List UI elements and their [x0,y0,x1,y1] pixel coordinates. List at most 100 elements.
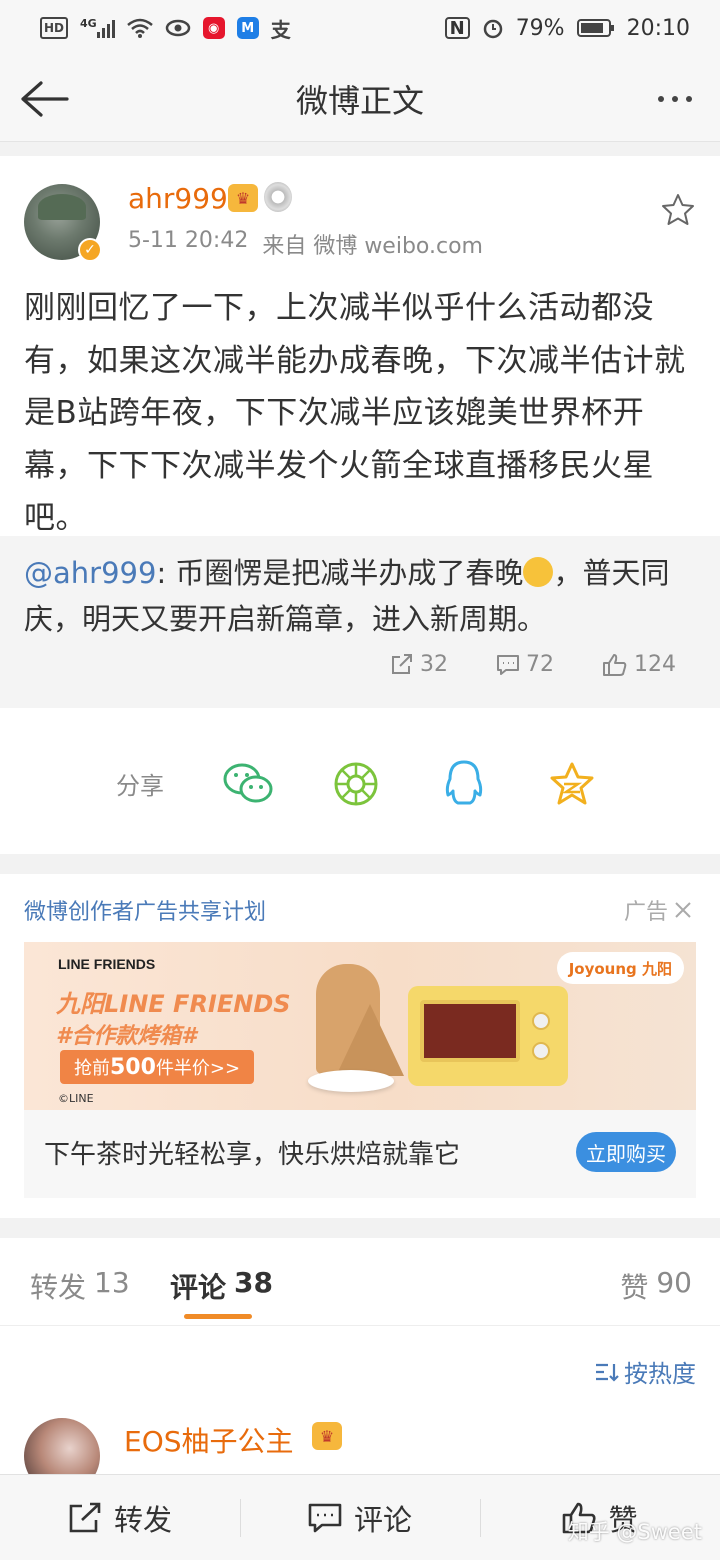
share-moments-button[interactable] [330,758,382,810]
sort-by-hot-button[interactable]: 按热度 [594,1354,696,1389]
comment-count: 72 [526,652,554,677]
clock: 20:10 [626,15,690,41]
comment-button[interactable]: 评论 [240,1475,480,1560]
repost-icon [392,653,412,674]
ad-promo-prefix: 抢前 [74,1058,110,1079]
ad-banner-image[interactable]: LINE FRIENDS 九阳LINE FRIENDS #合作款烤箱# 抢前 50… [24,942,696,1110]
repost-stat[interactable]: 32 [390,652,448,677]
thumbs-up-icon [603,653,627,676]
nav-bar: 微博正文 [0,56,720,142]
alarm-icon [482,17,504,39]
buy-now-button[interactable]: 立即购买 [576,1132,676,1172]
ad-caption-bar[interactable]: 下午茶时光轻松享，快乐烘焙就靠它 立即购买 [24,1110,696,1198]
author-avatar[interactable]: ✓ [24,184,102,262]
weibo-app-icon: ◉ [202,17,225,39]
ad-close-button[interactable]: 广告 [624,894,692,926]
page-title: 微博正文 [295,81,424,120]
eye-icon [165,17,191,39]
repost-count: 32 [420,652,448,677]
ad-label: 广告 [623,900,668,925]
like-count: 124 [634,652,676,677]
more-dot-icon [672,96,678,102]
moments-icon [334,762,378,806]
alipay-icon: 支 [270,17,291,42]
back-button[interactable] [18,76,70,122]
commenter-avatar[interactable] [24,1418,100,1474]
qzone-star-icon [550,762,594,805]
tab-comments-count: 38 [234,1266,273,1299]
share-qzone-button[interactable] [546,758,598,810]
status-left: HD 4G ◉ M 支 [40,17,291,42]
hd-icon: HD [40,17,69,39]
wifi-icon [126,17,153,39]
repost-content-part1: : 币圈愣是把减半办成了春晚 [156,556,524,590]
post-source: 来自 微博 weibo.com [262,234,483,259]
ad-promo-badge: 抢前 500 件半价>> [60,1050,255,1084]
close-icon [675,902,691,918]
oven-knob-icon [532,1042,550,1060]
tab-comments[interactable]: 评论 38 [170,1266,273,1306]
laugh-cry-emoji-icon [523,557,554,587]
favorite-button[interactable] [660,192,696,228]
battery-icon [576,17,615,39]
tab-reposts[interactable]: 转发 13 [30,1266,130,1306]
qq-icon [445,760,483,805]
tab-reposts-label: 转发 [30,1271,87,1304]
commenter-name[interactable]: EOS柚子公主 [124,1420,294,1460]
status-right: N 79% 20:10 [444,15,690,41]
battery-percent: 79% [515,15,565,41]
zhihu-watermark: 知乎 @Sweet [567,1520,702,1544]
back-arrow-icon [21,81,69,117]
tab-reposts-count: 13 [94,1266,130,1299]
ad-subtitle-text: #合作款烤箱# [56,1024,197,1049]
post-card: ✓ ahr999 ♛ 5-11 20:42 来自 微博 weibo.com 刚刚… [0,156,720,708]
active-tab-indicator [184,1314,252,1319]
more-dot-icon [686,96,692,102]
joyoung-logo: Joyoung 九阳 [556,952,684,984]
verified-badge-icon: ✓ [78,238,102,262]
comment-icon [497,654,519,675]
network-type-label: 4G [80,17,97,30]
vip-crown-icon[interactable]: ♛ [312,1422,342,1450]
ad-promo-suffix: 件半价>> [155,1058,241,1079]
post-time: 5-11 20:42 [128,228,249,253]
vip-crown-icon[interactable]: ♛ [228,184,258,212]
repost-button[interactable]: 转发 [0,1475,240,1560]
share-label: 分享 [116,772,164,800]
ad-card: 微博创作者广告共享计划 广告 LINE FRIENDS 九阳LINE FRIEN… [0,874,720,1218]
post-meta: 5-11 20:42 来自 微博 weibo.com [128,228,483,260]
ad-promo-number: 500 [110,1054,156,1080]
repost-box[interactable]: @ahr999: 币圈愣是把减半办成了春晚 ，普天同庆，明天又要开启新篇章，进入新… [0,536,720,708]
repost-user-link[interactable]: @ahr999 [24,556,156,590]
toaster-oven-illustration [408,986,568,1086]
like-stat[interactable]: 124 [602,652,676,677]
star-icon [662,194,694,225]
ad-copyright: ©LINE [58,1092,94,1105]
repost-icon [69,1502,101,1532]
more-options-button[interactable] [650,82,700,116]
sort-icon [596,1363,619,1382]
share-qq-button[interactable] [438,758,490,810]
detail-tabs: 转发 13 评论 38 赞 90 [0,1238,720,1326]
share-wechat-button[interactable] [222,758,274,810]
cellular-signal-icon: 4G [80,17,115,39]
message-app-icon: M [236,17,259,39]
wechat-icon [223,763,273,803]
ad-caption-text: 下午茶时光轻松享，快乐烘焙就靠它 [44,1140,461,1170]
status-bar: HD 4G ◉ M 支 N 79% 20:10 [0,0,720,56]
tab-comments-label: 评论 [170,1271,227,1304]
ad-title-text: 九阳LINE FRIENDS [56,990,291,1018]
comment-button-label: 评论 [353,1502,412,1537]
avatar-umbrella-shape [38,194,86,220]
tab-likes-count: 90 [656,1266,692,1299]
share-card: 分享 [0,708,720,854]
ad-program-link[interactable]: 微博创作者广告共享计划 [24,894,266,926]
comment-list: 按热度 EOS柚子公主 ♛ [0,1326,720,1474]
more-dot-icon [658,96,664,102]
comment-stat[interactable]: 72 [496,652,554,677]
tab-likes[interactable]: 赞 90 [620,1266,692,1306]
medal-icon[interactable] [264,182,292,212]
tab-likes-label: 赞 [620,1271,649,1304]
comment-icon [308,1503,342,1532]
author-name[interactable]: ahr999 [128,182,228,215]
